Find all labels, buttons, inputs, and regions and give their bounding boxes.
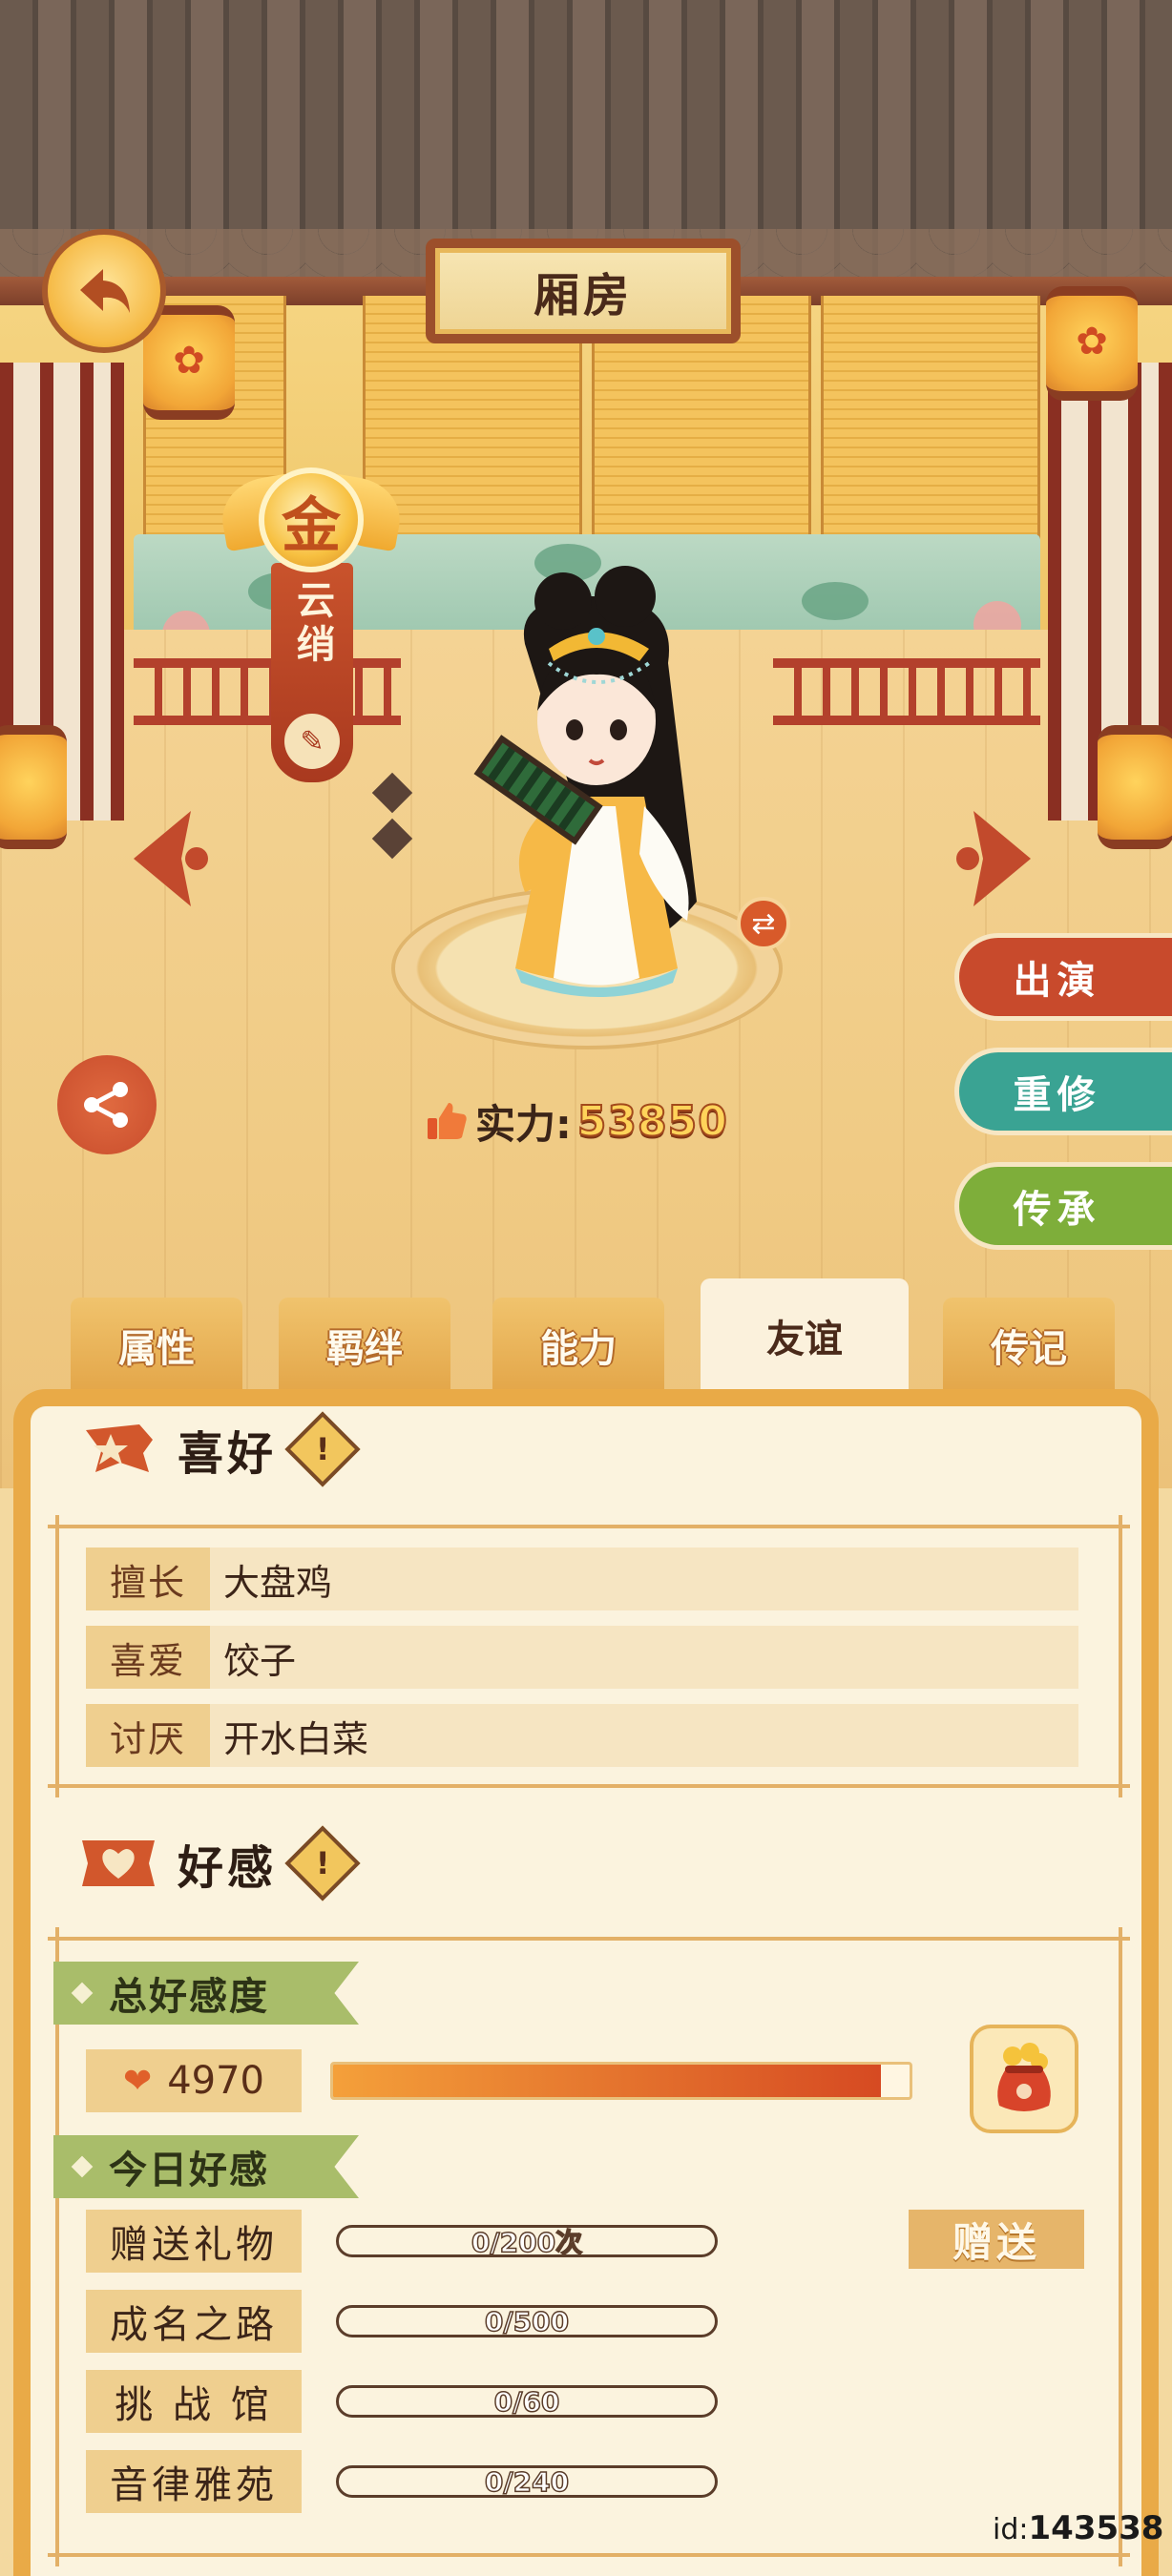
player-id-prefix: id: (993, 2513, 1029, 2546)
daily-progress-bar: 0/240 (336, 2465, 718, 2498)
daily-label: 赠送礼物 (86, 2210, 302, 2273)
hobby-row-skill: 擅长 大盘鸡 (86, 1548, 1078, 1610)
lantern (1098, 725, 1172, 849)
affection-title: 好感 (178, 1841, 278, 1895)
rename-brush-button[interactable]: ✎ (284, 714, 340, 769)
room-title: 厢房 (426, 239, 741, 343)
character-sprite[interactable] (458, 558, 735, 1007)
hobby-key: 喜爱 (86, 1626, 210, 1689)
share-icon (84, 1082, 128, 1128)
give-gift-button[interactable]: 赠送 (909, 2210, 1084, 2269)
arrow-left-icon (134, 811, 208, 906)
total-affection-value: 4970 (167, 2059, 264, 2103)
total-affection-row: ❤ 4970 (86, 2047, 993, 2114)
hobby-value: 开水白菜 (223, 1717, 369, 1760)
exclamation-icon: ! (315, 1431, 330, 1467)
daily-progress-text: 0/500 (484, 2305, 570, 2337)
player-id: id:143538 (993, 2509, 1163, 2547)
tab-abilities[interactable]: 能力 (492, 1298, 664, 1393)
tab-bonds[interactable]: 羁绊 (279, 1298, 450, 1393)
power-value: 53850 (576, 1096, 728, 1147)
character-name-banner: 云绡 ✎ (271, 563, 353, 782)
total-affection-fill (333, 2065, 881, 2097)
tab-biography[interactable]: 传记 (943, 1298, 1115, 1393)
tab-friendship[interactable]: 友谊 (701, 1278, 909, 1393)
hobby-value: 饺子 (223, 1639, 297, 1682)
hobby-row-dislike: 讨厌 开水白菜 (86, 1704, 1078, 1767)
tab-bar: 属性 羁绊 能力 友谊 传记 (0, 1278, 1172, 1393)
daily-progress-text: 0/240 (484, 2465, 570, 2498)
next-character-button[interactable] (945, 801, 1040, 916)
daily-progress-bar: 0/200次 (336, 2225, 718, 2257)
heart-icon: ❤ (123, 2061, 153, 2101)
daily-progress-bar: 0/60 (336, 2385, 718, 2418)
lantern: ✿ (1046, 286, 1138, 401)
swap-outfit-button[interactable]: ⇄ (737, 897, 790, 950)
daily-label: 音律雅苑 (86, 2450, 302, 2513)
daily-progress-bar: 0/500 (336, 2305, 718, 2337)
player-id-value: 143538 (1028, 2509, 1164, 2547)
hobby-value: 大盘鸡 (223, 1561, 333, 1604)
retrain-button[interactable]: 重修 (954, 1048, 1172, 1135)
daily-progress-text: 0/200次 (471, 2227, 583, 2257)
hobby-header: 喜好 ! (82, 1411, 361, 1487)
daily-row-music: 音律雅苑 0/240 (86, 2450, 1078, 2513)
rank-badge: 金 (216, 458, 407, 582)
power-display: 实力: 53850 (426, 1088, 728, 1154)
daily-progress-text: 0/60 (493, 2385, 560, 2418)
character-name: 云绡 (290, 580, 334, 668)
arrow-right-icon (956, 811, 1031, 906)
share-button[interactable] (57, 1055, 157, 1154)
hobby-title: 喜好 (178, 1427, 278, 1481)
gift-bag-icon (997, 2043, 1051, 2111)
affection-heart-icon (82, 1840, 155, 1886)
affection-header: 好感 ! (78, 1825, 361, 1901)
hobby-key: 讨厌 (86, 1704, 210, 1767)
tab-attributes[interactable]: 属性 (71, 1298, 242, 1393)
thumbs-up-icon (428, 1103, 467, 1139)
exclamation-icon: ! (315, 1845, 330, 1881)
daily-row-fame: 成名之路 0/500 (86, 2290, 1078, 2353)
power-label: 实力: (475, 1100, 572, 1148)
total-affection-ribbon: 总好感度 (53, 1962, 359, 2025)
hobby-star-icon (86, 1424, 153, 1472)
back-button[interactable] (42, 229, 166, 353)
prev-character-button[interactable] (124, 801, 220, 916)
daily-label: 挑 战 馆 (86, 2370, 302, 2433)
hobby-row-like: 喜爱 饺子 (86, 1626, 1078, 1689)
perform-button[interactable]: 出演 (954, 933, 1172, 1021)
gift-bag-button[interactable] (970, 2025, 1078, 2133)
brush-icon: ✎ (300, 724, 324, 758)
rank-gold-icon: 金 (259, 467, 364, 572)
inherit-button[interactable]: 传承 (954, 1162, 1172, 1250)
affection-hint-button[interactable]: ! (284, 1825, 361, 1901)
total-affection-bar (330, 2062, 912, 2100)
railing (134, 658, 401, 725)
back-arrow-icon (80, 269, 130, 313)
today-affection-ribbon: 今日好感 (53, 2135, 359, 2198)
daily-label: 成名之路 (86, 2290, 302, 2353)
lantern (0, 725, 67, 849)
railing (773, 658, 1040, 725)
total-affection-value-box: ❤ 4970 (86, 2049, 302, 2112)
hobby-key: 擅长 (86, 1548, 210, 1610)
swap-icon: ⇄ (751, 906, 776, 941)
hobby-hint-button[interactable]: ! (284, 1411, 361, 1487)
daily-row-challenge: 挑 战 馆 0/60 (86, 2370, 1078, 2433)
